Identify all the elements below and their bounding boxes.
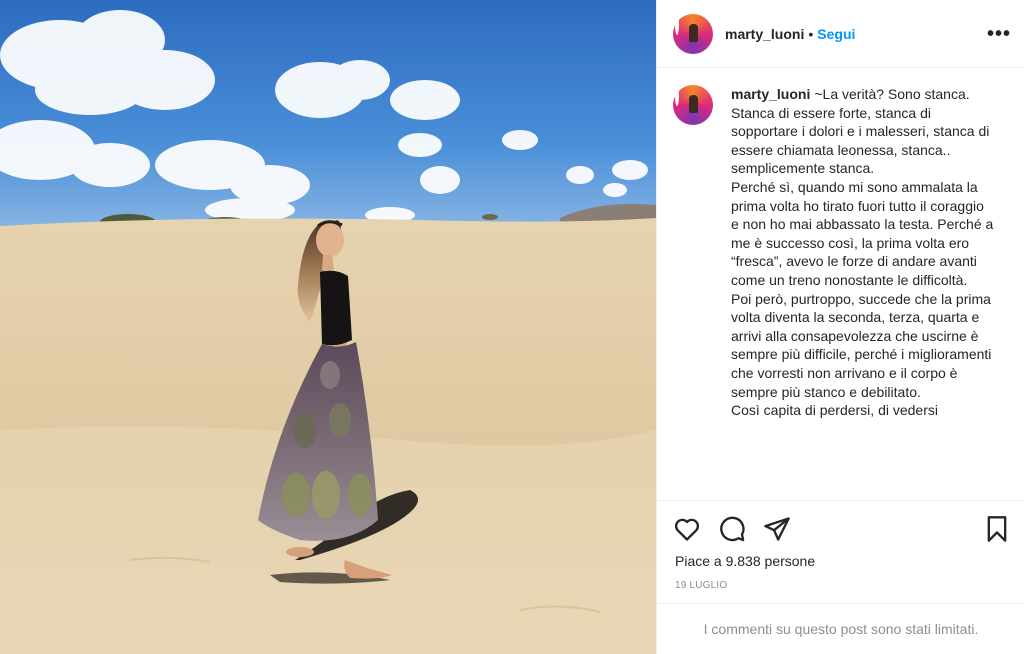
caption-avatar[interactable] — [673, 85, 713, 125]
caption-scroll-area[interactable]: marty_luoni ~La verità? Sono stanca. Stan… — [657, 69, 1024, 500]
post-side-panel: marty_luoni • Segui ••• marty_luoni ~La v… — [656, 0, 1024, 654]
desert-photo-illustration — [0, 0, 656, 654]
more-options-icon[interactable]: ••• — [987, 24, 1011, 44]
caption-text: marty_luoni ~La verità? Sono stanca. Stan… — [731, 85, 995, 420]
post-header: marty_luoni • Segui ••• — [657, 0, 1024, 68]
caption-row: marty_luoni ~La verità? Sono stanca. Stan… — [673, 85, 1009, 420]
header-username[interactable]: marty_luoni — [725, 26, 804, 42]
follow-button[interactable]: Segui — [817, 26, 855, 42]
post-date[interactable]: 19 LUGLIO — [675, 580, 727, 591]
separator-dot: • — [808, 25, 814, 42]
action-bar — [657, 500, 1024, 556]
likes-count[interactable]: Piace a 9.838 persone — [675, 553, 815, 569]
avatar-image — [675, 13, 679, 35]
avatar[interactable] — [673, 13, 713, 54]
bookmark-icon[interactable] — [983, 515, 1011, 543]
caption-username[interactable]: marty_luoni — [731, 86, 810, 102]
post-photo[interactable] — [0, 0, 656, 654]
caption-avatar-image — [675, 85, 679, 106]
caption-body: ~La verità? Sono stanca. Stanca di esser… — [731, 86, 994, 419]
instagram-post: marty_luoni • Segui ••• marty_luoni ~La v… — [0, 0, 1024, 654]
likes-prefix: Piace a — [675, 553, 722, 569]
likes-suffix: persone — [764, 553, 816, 569]
heart-icon[interactable] — [673, 515, 701, 543]
comments-limited-notice: I commenti su questo post sono stati lim… — [657, 603, 1024, 654]
comment-icon[interactable] — [718, 515, 746, 543]
likes-number: 9.838 — [725, 553, 761, 569]
share-icon[interactable] — [763, 515, 791, 543]
